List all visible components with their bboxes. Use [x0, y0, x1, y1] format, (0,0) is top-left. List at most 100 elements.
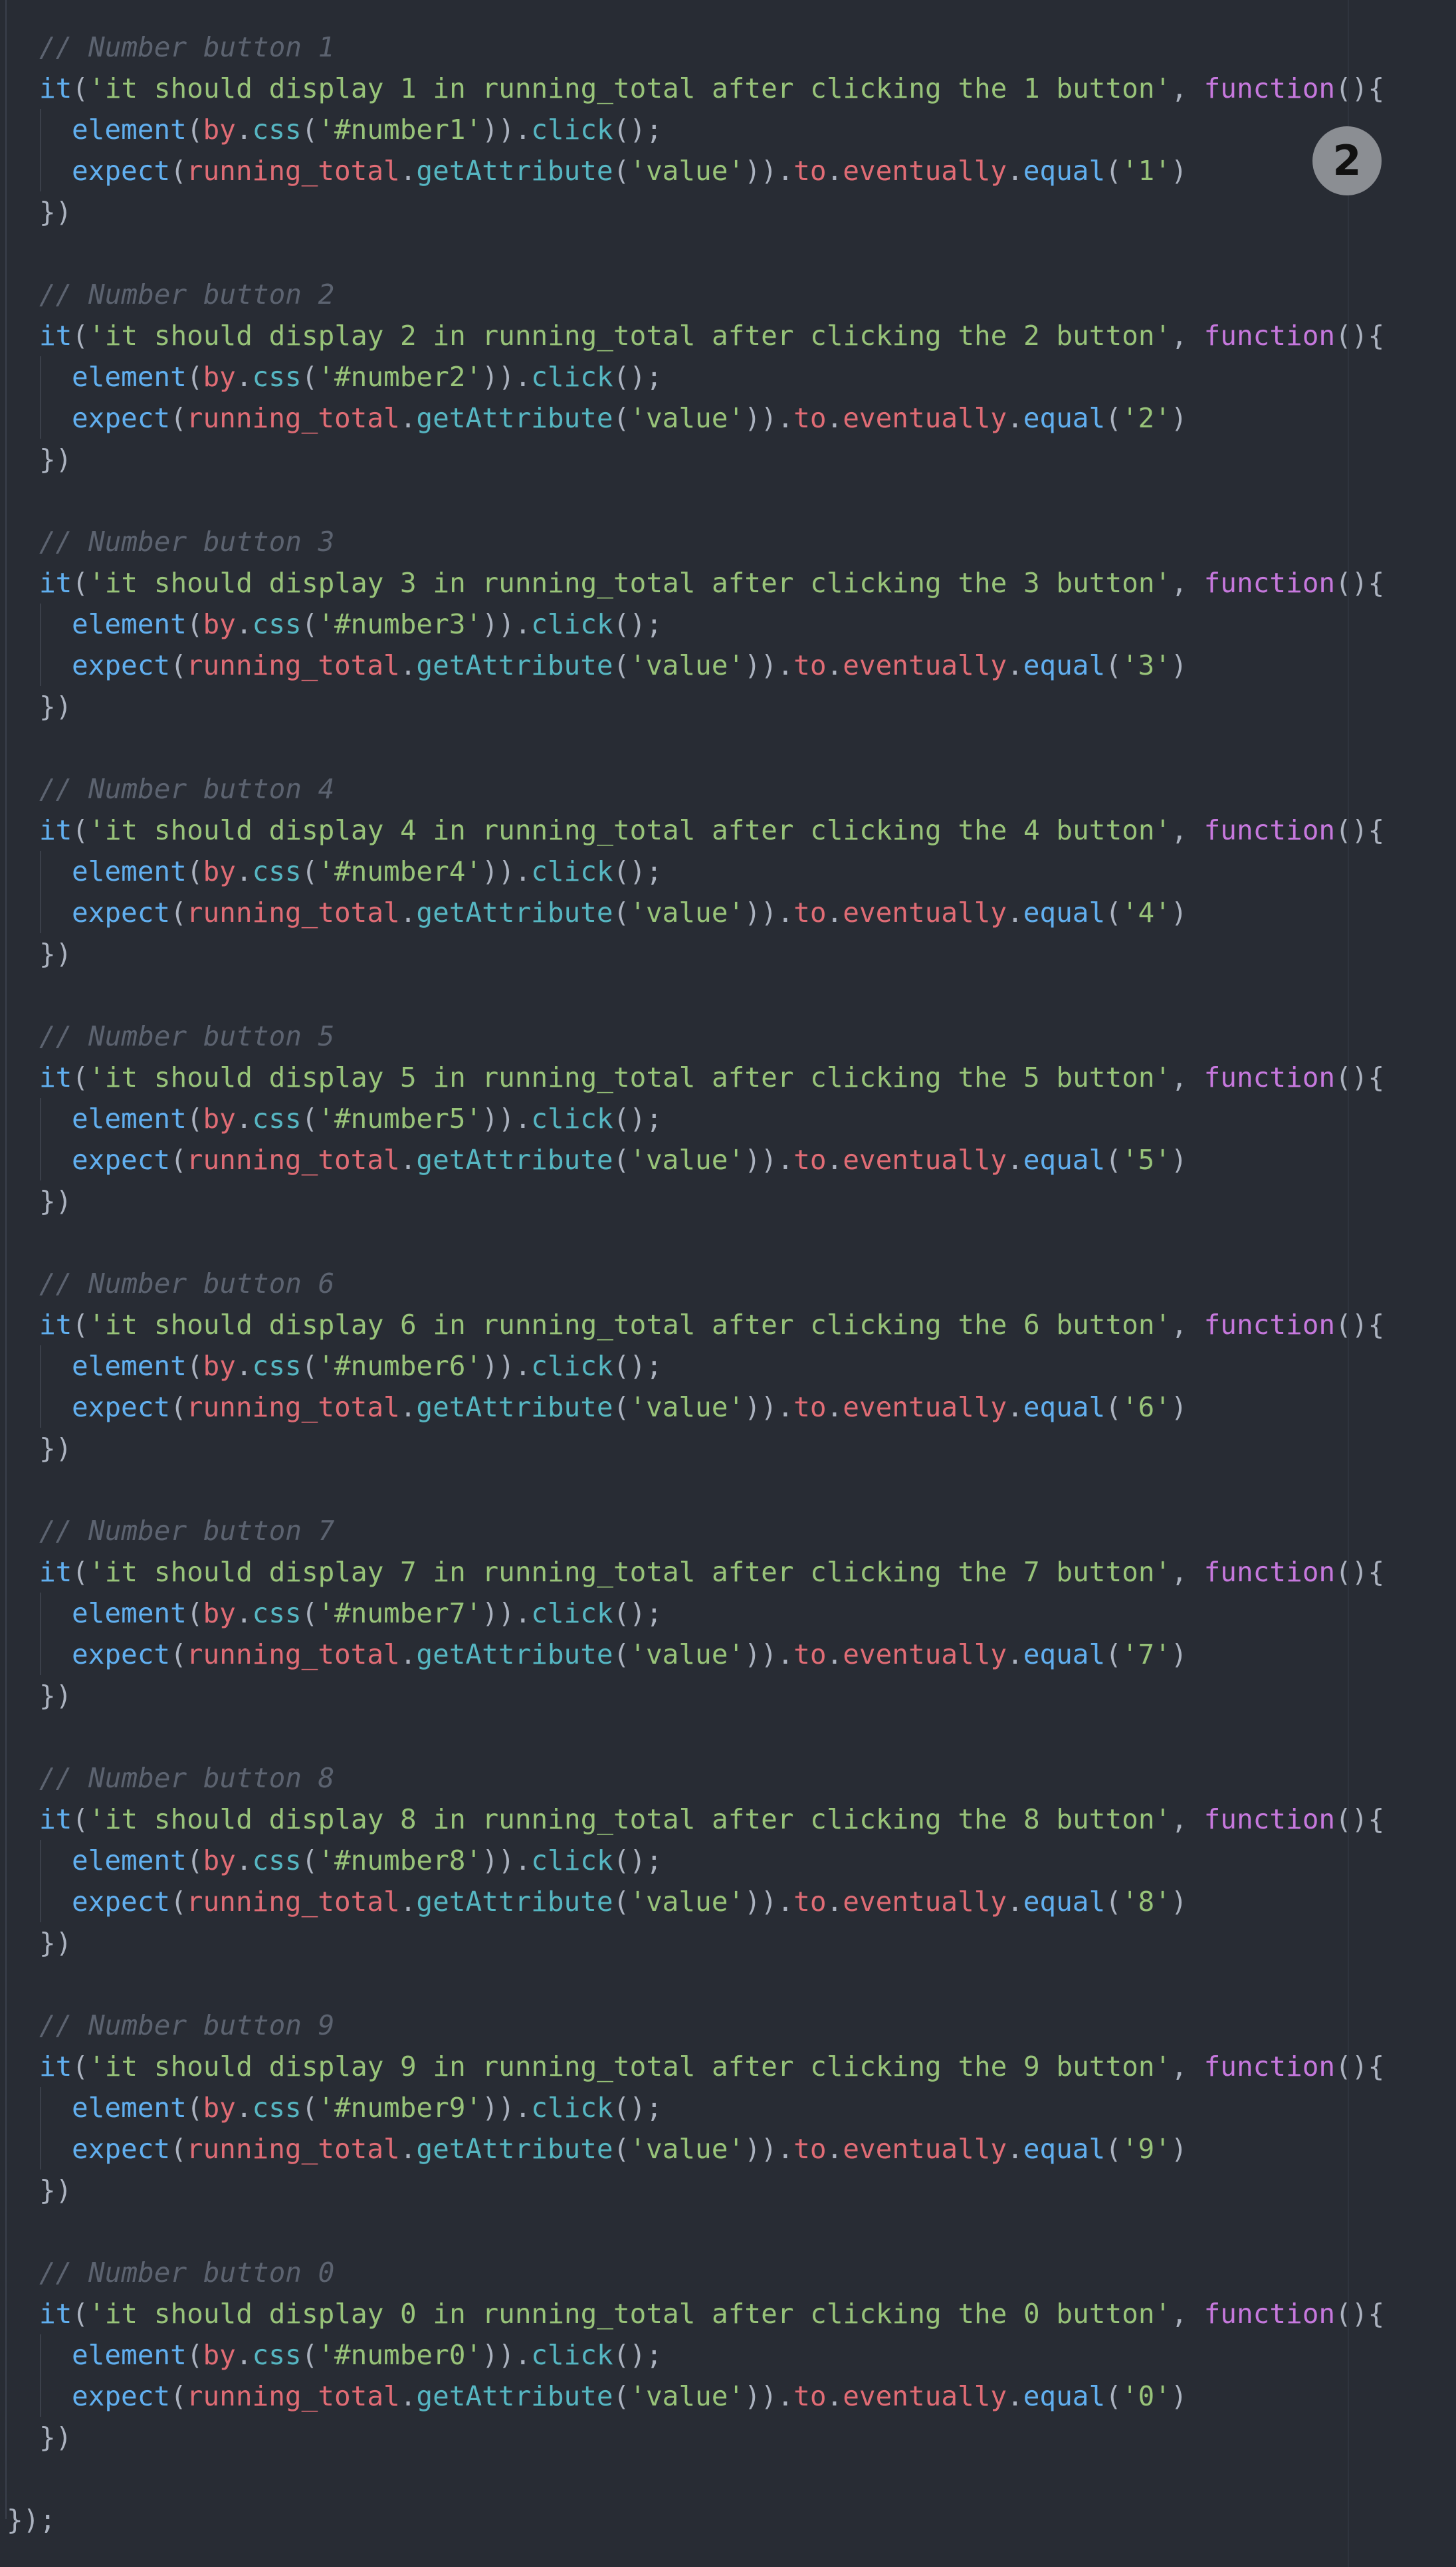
css-method: css: [252, 2092, 302, 2124]
dot: .: [1007, 2380, 1023, 2412]
running-total-object: running_total: [186, 2133, 400, 2165]
comment-text: // Number button 3: [39, 526, 335, 558]
click-method: click: [531, 1103, 613, 1135]
click-line: element(by.css('#number1')).click();: [0, 109, 1456, 150]
expect-call: expect: [72, 155, 171, 187]
element-call: element: [72, 1350, 187, 1382]
paren-brace: (){: [1335, 814, 1385, 846]
dot: .: [826, 2133, 843, 2165]
function-keyword: function: [1203, 2051, 1336, 2082]
call-end: ();: [613, 1844, 663, 1876]
comma: ,: [1171, 2051, 1204, 2082]
paren-dot: )).: [482, 608, 532, 640]
function-keyword: function: [1203, 2298, 1336, 2330]
paren-close: ): [1170, 1391, 1188, 1423]
expected-string: '4': [1121, 897, 1171, 929]
expected-string: '3': [1121, 649, 1171, 681]
to-chain: to: [793, 1391, 827, 1423]
eventually-chain: eventually: [843, 1144, 1007, 1176]
indent-guide: [40, 1345, 41, 1387]
paren: (: [186, 1844, 203, 1876]
get-attribute-method: getAttribute: [416, 2133, 613, 2165]
call-end: ();: [613, 1350, 663, 1382]
equal-method: equal: [1023, 1144, 1106, 1176]
paren: (: [1105, 2380, 1122, 2412]
paren: (: [170, 1886, 187, 1918]
get-attribute-method: getAttribute: [416, 1886, 613, 1918]
paren: (: [301, 361, 318, 393]
paren-brace: (){: [1335, 2298, 1385, 2330]
code-lines[interactable]: // Number button 1 it('it should display…: [0, 27, 1456, 2540]
to-chain: to: [793, 897, 827, 929]
paren-brace: (){: [1335, 567, 1385, 599]
paren: (: [1105, 155, 1122, 187]
selector-string: '#number2': [318, 361, 482, 393]
paren: (: [170, 2133, 187, 2165]
paren: (: [1105, 649, 1122, 681]
attribute-string: 'value': [629, 1638, 745, 1670]
paren: (: [72, 2298, 89, 2330]
dot: .: [1007, 155, 1023, 187]
click-method: click: [531, 1844, 613, 1876]
test-description: 'it should display 0 in running_total af…: [88, 2298, 1172, 2330]
equal-method: equal: [1023, 2380, 1106, 2412]
paren-dot: )).: [744, 402, 794, 434]
comment-text: // Number button 4: [39, 773, 335, 805]
expect-line: expect(running_total.getAttribute('value…: [0, 1387, 1456, 1428]
test-block: // Number button 1 it('it should display…: [0, 27, 1456, 274]
it-call: it: [39, 1309, 72, 1341]
comma: ,: [1171, 2298, 1204, 2330]
paren-dot: )).: [744, 1638, 794, 1670]
paren: (: [72, 567, 89, 599]
eventually-chain: eventually: [843, 1638, 1007, 1670]
indent-guide: [40, 2128, 41, 2170]
comma: ,: [1171, 1061, 1204, 1093]
selector-string: '#number4': [318, 855, 482, 887]
expect-call: expect: [72, 897, 171, 929]
equal-method: equal: [1023, 2133, 1106, 2165]
test-description: 'it should display 3 in running_total af…: [88, 567, 1172, 599]
get-attribute-method: getAttribute: [416, 1144, 613, 1176]
paren-brace: (){: [1335, 1803, 1385, 1835]
get-attribute-method: getAttribute: [416, 649, 613, 681]
call-end: ();: [613, 2092, 663, 2124]
paren: (: [1105, 1144, 1122, 1176]
closing-line: });: [0, 2499, 1456, 2540]
paren: (: [170, 1391, 187, 1423]
paren-brace: (){: [1335, 320, 1385, 352]
it-line: it('it should display 9 in running_total…: [0, 2046, 1456, 2087]
eventually-chain: eventually: [843, 2133, 1007, 2165]
paren-dot: )).: [482, 2339, 532, 2371]
indent-guide: [40, 645, 41, 686]
dot: .: [826, 1638, 843, 1670]
comment-line: // Number button 6: [0, 1263, 1456, 1304]
dot: .: [235, 114, 253, 146]
paren-brace: (){: [1335, 72, 1385, 104]
paren: (: [72, 72, 89, 104]
dot: .: [826, 402, 843, 434]
dot: .: [1007, 1391, 1023, 1423]
code-editor[interactable]: 2 // Number button 1 it('it should displ…: [0, 0, 1456, 2567]
comment-text: // Number button 8: [39, 1762, 335, 1794]
call-end: ();: [613, 1597, 663, 1629]
function-keyword: function: [1203, 320, 1336, 352]
block-close: }): [39, 443, 72, 475]
dot: .: [235, 1844, 253, 1876]
comment-line: // Number button 9: [0, 2005, 1456, 2046]
block-close-line: }): [0, 191, 1456, 233]
expect-line: expect(running_total.getAttribute('value…: [0, 1634, 1456, 1675]
test-description: 'it should display 4 in running_total af…: [88, 814, 1172, 846]
comment-text: // Number button 9: [39, 2009, 335, 2041]
comment-line: // Number button 2: [0, 274, 1456, 315]
paren-close: ): [1170, 1638, 1188, 1670]
comma: ,: [1171, 320, 1204, 352]
paren: (: [301, 1350, 318, 1382]
expect-call: expect: [72, 2380, 171, 2412]
paren-dot: )).: [482, 2092, 532, 2124]
click-line: element(by.css('#number5')).click();: [0, 1098, 1456, 1139]
attribute-string: 'value': [629, 155, 745, 187]
paren: (: [613, 2380, 630, 2412]
